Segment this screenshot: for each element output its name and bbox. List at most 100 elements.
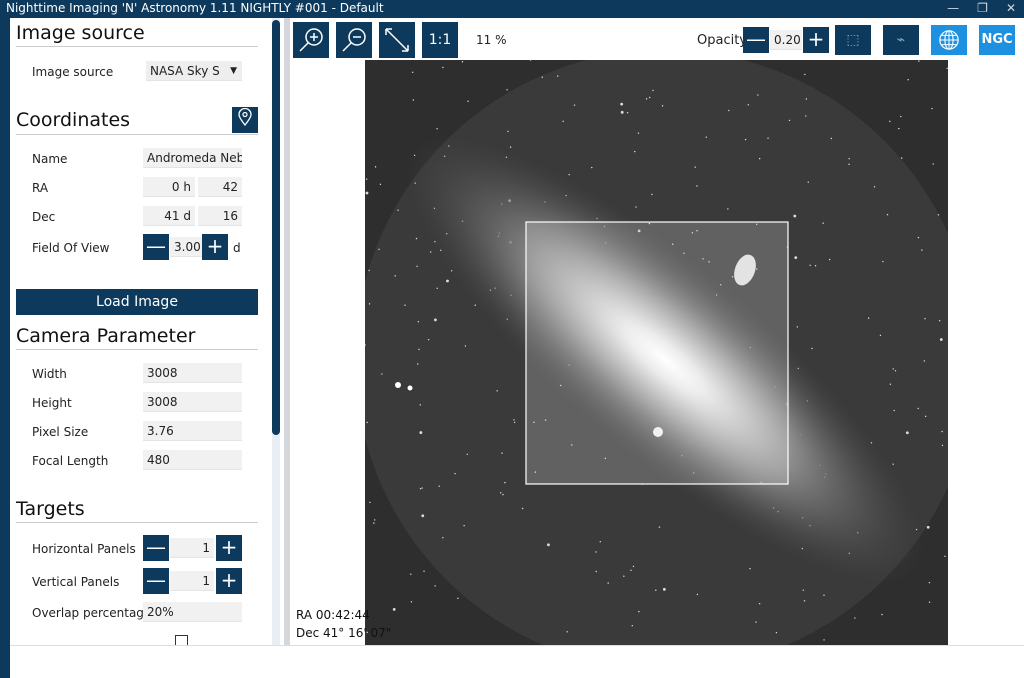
- star: [412, 99, 415, 101]
- camera-row-input[interactable]: 3008: [143, 392, 242, 412]
- star: [411, 71, 414, 73]
- fov-decrement-button[interactable]: —: [143, 234, 169, 260]
- opacity-label: Opacity: [697, 33, 748, 48]
- star: [419, 487, 422, 490]
- star: [369, 501, 371, 504]
- star: [788, 119, 791, 122]
- h-panels-decrement-button[interactable]: —: [143, 535, 169, 561]
- star: [830, 137, 833, 140]
- dec-readout: Dec 41° 16' 07": [296, 626, 392, 640]
- constellation-boundaries-button[interactable]: ⬚: [835, 25, 871, 55]
- camera-row-input[interactable]: 480: [143, 450, 242, 470]
- load-image-button[interactable]: Load Image: [16, 289, 258, 315]
- star: [404, 304, 406, 306]
- star: [421, 514, 425, 518]
- star: [946, 67, 948, 69]
- location-pin-button[interactable]: [232, 107, 258, 133]
- star: [423, 570, 425, 572]
- fit-button[interactable]: [379, 22, 415, 58]
- star: [728, 109, 730, 112]
- v-panels-increment-button[interactable]: +: [216, 568, 242, 594]
- camera-heading: Camera Parameter: [16, 325, 258, 350]
- star: [907, 79, 909, 81]
- sky-image[interactable]: [365, 60, 948, 645]
- star: [928, 581, 931, 584]
- star: [410, 573, 412, 575]
- star: [595, 551, 597, 553]
- star: [566, 631, 568, 633]
- opacity-input[interactable]: 0.20: [770, 30, 802, 50]
- close-button[interactable]: ✕: [1006, 0, 1016, 17]
- minimize-button[interactable]: —: [947, 0, 959, 17]
- star: [461, 61, 464, 63]
- star: [767, 137, 769, 139]
- star: [595, 570, 597, 573]
- status-bar: [10, 645, 1024, 678]
- dec-minutes-input[interactable]: 16: [198, 206, 242, 226]
- ra-minutes-input[interactable]: 42: [198, 177, 242, 197]
- maximize-button[interactable]: ❐: [977, 0, 988, 17]
- star: [632, 565, 635, 568]
- coordinates-heading: Coordinates: [16, 109, 131, 131]
- star: [442, 66, 444, 69]
- star: [939, 338, 943, 341]
- star: [727, 208, 729, 210]
- ra-hours-input[interactable]: 0 h: [143, 177, 195, 197]
- ngc-button[interactable]: NGC: [979, 25, 1015, 55]
- camera-row-input[interactable]: 3.76: [143, 421, 242, 441]
- star: [932, 163, 934, 165]
- star: [886, 214, 889, 216]
- star: [696, 185, 698, 187]
- constellation-lines-button[interactable]: ⌁: [883, 25, 919, 55]
- star: [918, 60, 920, 62]
- star: [394, 275, 396, 277]
- h-panels-increment-button[interactable]: +: [216, 535, 242, 561]
- zoom-in-button[interactable]: [293, 22, 329, 58]
- checkbox[interactable]: [175, 635, 188, 645]
- one-to-one-button[interactable]: 1:1: [422, 22, 458, 58]
- star: [374, 519, 376, 521]
- star: [662, 587, 666, 591]
- star: [744, 138, 747, 141]
- overlap-input[interactable]: 20%: [143, 602, 242, 622]
- star: [547, 543, 550, 547]
- star: [917, 236, 920, 239]
- star: [418, 348, 420, 351]
- star: [823, 594, 825, 596]
- camera-row-input[interactable]: 3008: [143, 363, 242, 383]
- framing-panel: Image source Image source NASA Sky S ▼ Co…: [10, 18, 270, 645]
- star: [620, 110, 624, 114]
- star: [417, 321, 420, 323]
- fov-label: Field Of View: [32, 241, 110, 255]
- star: [631, 625, 633, 627]
- star: [557, 75, 559, 77]
- scrollbar-thumb[interactable]: [272, 20, 280, 435]
- star: [529, 60, 532, 61]
- star: [882, 260, 884, 263]
- h-panels-input[interactable]: 1: [170, 538, 214, 558]
- zoom-out-button[interactable]: [336, 22, 372, 58]
- fov-increment-button[interactable]: +: [202, 234, 228, 260]
- star: [466, 453, 468, 456]
- star: [881, 613, 883, 616]
- name-input[interactable]: Andromeda Neb: [143, 148, 242, 168]
- grid-button[interactable]: [931, 25, 967, 55]
- star: [807, 181, 809, 183]
- star: [823, 639, 825, 641]
- opacity-increment-button[interactable]: +: [803, 27, 829, 53]
- star: [928, 601, 931, 603]
- star: [504, 481, 506, 484]
- star: [941, 430, 943, 433]
- image-source-select[interactable]: NASA Sky S ▼: [146, 61, 242, 81]
- opacity-decrement-button[interactable]: —: [743, 27, 769, 53]
- fov-input[interactable]: 3.00: [170, 237, 202, 257]
- constellation-lines-icon: ⌁: [896, 32, 906, 48]
- v-panels-decrement-button[interactable]: —: [143, 568, 169, 594]
- panel-splitter[interactable]: [284, 18, 290, 645]
- dec-degrees-input[interactable]: 41 d: [143, 206, 195, 226]
- star: [696, 593, 699, 596]
- star: [924, 415, 927, 418]
- star: [889, 120, 891, 123]
- star: [894, 370, 897, 372]
- v-panels-input[interactable]: 1: [170, 571, 214, 591]
